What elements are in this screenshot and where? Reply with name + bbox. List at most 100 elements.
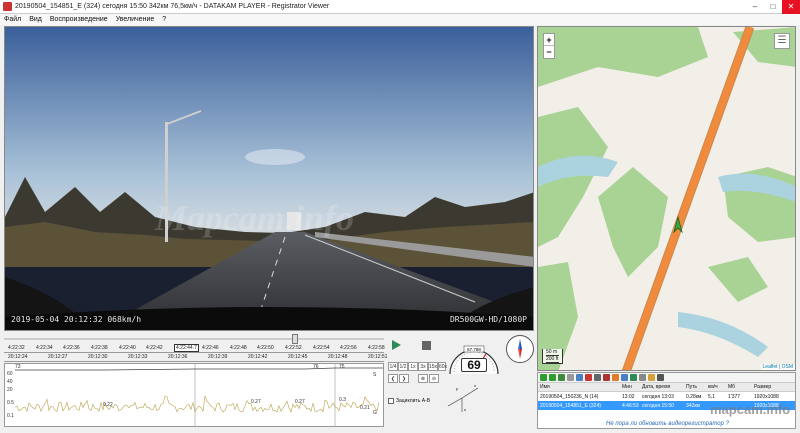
timeline-tick: 4:22:54	[313, 345, 330, 351]
cell: 1'377	[728, 393, 741, 400]
col-mb[interactable]: Мб	[728, 384, 754, 390]
speed-button[interactable]: 3x	[418, 362, 428, 371]
col-min[interactable]: Мин	[622, 384, 642, 390]
speed-button[interactable]: 15x	[428, 362, 438, 371]
file-toolbar	[538, 373, 795, 383]
timeline-tick: 4:22:44.7	[174, 344, 199, 352]
speed-button[interactable]: 1/4	[388, 362, 398, 371]
cell: 20190504_150236_N (14)	[540, 393, 599, 400]
speed-button[interactable]: 1/2	[398, 362, 408, 371]
timeline-tick: 4:22:34	[36, 345, 53, 351]
compass-icon	[506, 335, 534, 363]
map-panel[interactable]: + − ☰ 50 m 200 ft Leaflet | OSM	[537, 26, 796, 371]
col-date[interactable]: Дата, время	[642, 384, 686, 390]
grid-icon[interactable]	[639, 374, 646, 381]
cell: сегодня 13:03	[642, 393, 674, 400]
svg-text:z: z	[464, 407, 466, 412]
menu-file[interactable]: Файл	[4, 16, 21, 23]
seek-thumb[interactable]	[292, 334, 298, 344]
seek-track	[4, 338, 384, 340]
file-list-panel: Имя Мин Дата, время Путь км/ч Мб Размер …	[537, 372, 796, 429]
app-icon	[3, 2, 12, 11]
zoom-in-button[interactable]: +	[544, 34, 554, 46]
map-scale: 50 m 200 ft	[542, 349, 563, 364]
timeline-tick: 20:12:33	[128, 354, 148, 360]
graph-plot	[14, 364, 383, 426]
graph-marker: 73	[15, 364, 21, 370]
file-row[interactable]: 20190504_150236_N (14) 13:02 сегодня 13:…	[538, 392, 795, 401]
cut-icon[interactable]	[603, 374, 610, 381]
col-speed[interactable]: км/ч	[708, 384, 728, 390]
y-label: 20	[7, 387, 13, 393]
cell: 5,1	[708, 393, 715, 400]
timeline-tick: 4:22:58	[368, 345, 385, 351]
cell: 20190504_154851_E (324)	[540, 402, 601, 409]
timeline-tick: 4:22:32	[8, 345, 25, 351]
zoom-in-icon[interactable]: ⊕	[418, 374, 428, 383]
map-attribution[interactable]: Leaflet | OSM	[760, 364, 795, 370]
cell: 1920x1088	[754, 393, 779, 400]
graph-marker: 76	[313, 364, 319, 370]
menu-help[interactable]: ?	[162, 16, 166, 23]
folder-icon[interactable]	[648, 374, 655, 381]
timeline-gps[interactable]: 4:22:32 4:22:34 4:22:36 4:22:38 4:22:40 4:22:…	[4, 344, 385, 353]
col-path[interactable]: Путь	[686, 384, 708, 390]
refresh-icon[interactable]	[558, 374, 565, 381]
menu-zoom[interactable]: Увеличение	[116, 16, 155, 23]
loop-checkbox[interactable]	[388, 398, 394, 404]
timeline-tick: 4:22:48	[230, 345, 247, 351]
update-link[interactable]: Не пора ли обновить видеорегистратор ?	[538, 421, 797, 427]
stop-button[interactable]	[422, 341, 431, 350]
cell: 342км	[686, 402, 700, 409]
cell: 4:46:53	[622, 402, 639, 409]
add-icon[interactable]	[540, 374, 547, 381]
copy-icon[interactable]	[576, 374, 583, 381]
timeline-tick: 20:12:48	[328, 354, 348, 360]
view-icon[interactable]	[621, 374, 628, 381]
col-size[interactable]: Размер	[754, 384, 790, 390]
graph-marker: 0.27	[295, 399, 305, 405]
speed-button[interactable]: 60x	[438, 362, 447, 371]
seek-bar[interactable]	[4, 334, 384, 344]
graph-side-label: G	[373, 410, 377, 416]
layers-icon[interactable]: ☰	[774, 33, 790, 49]
maximize-button[interactable]: □	[764, 0, 782, 14]
menu-view[interactable]: Вид	[29, 16, 42, 23]
step-back-icon[interactable]: ❮	[388, 374, 398, 383]
minimize-button[interactable]: –	[746, 0, 764, 14]
speed-button[interactable]: 1x	[408, 362, 418, 371]
settings-icon[interactable]	[657, 374, 664, 381]
accelerometer-axes-icon: x y z	[444, 378, 484, 414]
zoom-out-icon[interactable]: ⊖	[429, 374, 439, 383]
window-controls: – □ ✕	[746, 0, 800, 14]
loop-ab[interactable]: Зациклить A-B	[388, 398, 430, 404]
timeline-tick: 4:22:56	[340, 345, 357, 351]
delete-icon[interactable]	[585, 374, 592, 381]
save-icon[interactable]	[594, 374, 601, 381]
map-icon[interactable]	[630, 374, 637, 381]
speed-graph[interactable]: 60 40 20 0.5 0.1 73 76 75 0.22 0.27 0.27…	[4, 363, 384, 427]
close-button[interactable]: ✕	[782, 0, 800, 14]
step-forward-icon[interactable]: ❯	[399, 374, 409, 383]
cell: 0.28км	[686, 393, 702, 400]
export-icon[interactable]	[612, 374, 619, 381]
timeline-tick: 4:22:36	[63, 345, 80, 351]
timeline-tick: 20:12:30	[88, 354, 108, 360]
graph-marker: 0.21	[360, 405, 370, 411]
menu-bar: Файл Вид Воспроизведение Увеличение ?	[0, 14, 800, 25]
video-frame[interactable]: Mapcam.info 2019-05-04 20:12:32 068km/h …	[4, 26, 534, 331]
timeline-tick: 4:22:50	[257, 345, 274, 351]
menu-playback[interactable]: Воспроизведение	[50, 16, 108, 23]
speed-readout: 69	[461, 358, 487, 372]
osd-model: DR500GW-HD/1080P	[449, 315, 527, 324]
timeline-tick: 4:22:52	[285, 345, 302, 351]
graph-marker: 0.3	[339, 397, 346, 403]
timeline-video[interactable]: 20:12:24 20:12:27 20:12:30 20:12:33 20:12:36…	[4, 353, 387, 362]
zoom-out-button[interactable]: −	[544, 46, 554, 58]
cell: сегодня 15:50	[642, 402, 674, 409]
remove-icon[interactable]	[549, 374, 556, 381]
y-label: 40	[7, 379, 13, 385]
timeline-tick: 4:22:38	[91, 345, 108, 351]
col-name[interactable]: Имя	[538, 384, 622, 390]
play-button[interactable]	[392, 340, 401, 350]
